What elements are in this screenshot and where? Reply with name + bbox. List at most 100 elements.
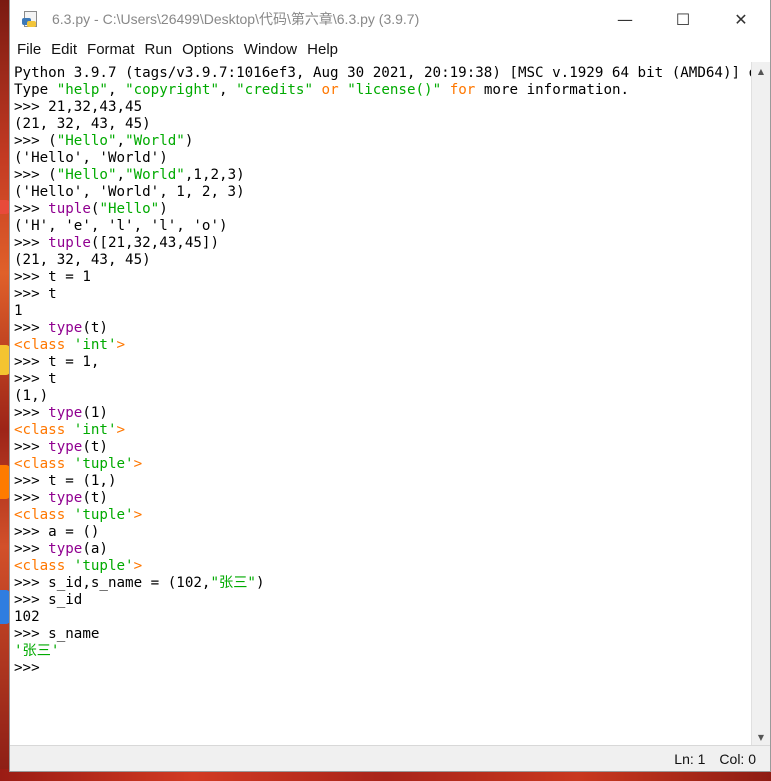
shell-token: ,1,2,3): [184, 167, 245, 183]
shell-token: >>> t: [14, 371, 57, 387]
vertical-scrollbar[interactable]: ▲ ▼: [751, 62, 770, 746]
shell-token: "credits": [236, 82, 313, 98]
shell-token: <class: [14, 422, 74, 438]
menu-window[interactable]: Window: [239, 38, 302, 62]
shell-line: ('Hello', 'World'): [14, 150, 752, 167]
shell-token: >>>: [14, 439, 49, 455]
shell-line: Type "help", "copyright", "credits" or "…: [14, 82, 752, 99]
shell-token: tuple: [48, 201, 91, 217]
shell-token: >>> (: [14, 133, 57, 149]
shell-token: "Hello": [56, 167, 117, 183]
shell-line: <class 'int'>: [14, 422, 752, 439]
close-icon: ✕: [734, 9, 748, 29]
shell-text-area[interactable]: Python 3.9.7 (tags/v3.9.7:1016ef3, Aug 3…: [10, 62, 752, 746]
shell-token: (a): [82, 541, 108, 557]
shell-line: >>> t: [14, 371, 752, 388]
shell-token: (21, 32, 43, 45): [14, 252, 151, 268]
shell-token: ('H', 'e', 'l', 'l', 'o'): [14, 218, 228, 234]
shell-token: >>> t = 1,: [14, 354, 100, 370]
shell-line: (21, 32, 43, 45): [14, 116, 752, 133]
shell-token: 'tuple': [73, 558, 134, 574]
shell-token: (1,): [14, 388, 49, 404]
shell-token: >>>: [14, 235, 49, 251]
shell-token: >>>: [14, 541, 49, 557]
shell-token: (t): [82, 490, 108, 506]
line-indicator: Ln: 1: [674, 750, 706, 767]
shell-line: <class 'tuple'>: [14, 507, 752, 524]
shell-line: <class 'tuple'>: [14, 456, 752, 473]
menu-run[interactable]: Run: [140, 38, 178, 62]
shell-line: >>> type(a): [14, 541, 752, 558]
scroll-down-icon[interactable]: ▼: [752, 728, 770, 746]
shell-output: Python 3.9.7 (tags/v3.9.7:1016ef3, Aug 3…: [10, 62, 752, 677]
shell-token: >>> t = (1,): [14, 473, 117, 489]
shell-line: >>> type(t): [14, 490, 752, 507]
menu-format[interactable]: Format: [82, 38, 140, 62]
shell-token: (t): [82, 320, 108, 336]
shell-token: 102: [14, 609, 40, 625]
shell-token: [441, 82, 450, 98]
close-button[interactable]: ✕: [712, 0, 770, 38]
shell-line: >>> t: [14, 286, 752, 303]
shell-token: 'int': [73, 422, 117, 438]
shell-line: Python 3.9.7 (tags/v3.9.7:1016ef3, Aug 3…: [14, 65, 752, 82]
column-indicator: Col: 0: [719, 750, 756, 767]
shell-token: ,: [116, 133, 126, 149]
shell-token: ): [184, 133, 194, 149]
shell-line: 1: [14, 303, 752, 320]
shell-token: "Hello": [56, 133, 117, 149]
maximize-button[interactable]: ☐: [654, 0, 712, 38]
shell-token: Python 3.9.7 (tags/v3.9.7:1016ef3, Aug 3…: [14, 65, 752, 81]
shell-line: ('Hello', 'World', 1, 2, 3): [14, 184, 752, 201]
python-file-icon: [22, 10, 40, 28]
menu-edit[interactable]: Edit: [46, 38, 82, 62]
shell-token: >>> t = 1: [14, 269, 91, 285]
shell-token: <class: [14, 456, 74, 472]
shell-token: 1: [14, 303, 23, 319]
shell-token: >>>: [14, 490, 49, 506]
shell-token: ,: [107, 82, 126, 98]
shell-token: >>> s_name: [14, 626, 100, 642]
shell-line: <class 'int'>: [14, 337, 752, 354]
shell-line: >>> type(t): [14, 320, 752, 337]
minimize-icon: —: [617, 9, 633, 29]
shell-token: >>> a = (): [14, 524, 100, 540]
shell-token: type: [48, 320, 83, 336]
shell-token: (t): [82, 439, 108, 455]
shell-token: ,: [116, 167, 126, 183]
shell-token: ('Hello', 'World'): [14, 150, 168, 166]
shell-token: >: [133, 507, 143, 523]
maximize-icon: ☐: [675, 9, 691, 29]
shell-line: >>> ("Hello","World",1,2,3): [14, 167, 752, 184]
idle-shell-window: 6.3.py - C:\Users\26499\Desktop\代码\第六章\6…: [9, 0, 771, 772]
shell-token: <class: [14, 558, 74, 574]
shell-token: ): [255, 575, 265, 591]
shell-token: (1): [82, 405, 108, 421]
shell-token: >>> s_id: [14, 592, 83, 608]
shell-token: >>> (: [14, 167, 57, 183]
shell-line: >>> s_id: [14, 592, 752, 609]
window-title: 6.3.py - C:\Users\26499\Desktop\代码\第六章\6…: [52, 11, 420, 27]
minimize-button[interactable]: —: [596, 0, 654, 38]
shell-line: ('H', 'e', 'l', 'l', 'o'): [14, 218, 752, 235]
shell-token: type: [48, 490, 83, 506]
shell-token: >: [116, 337, 126, 353]
scroll-up-icon[interactable]: ▲: [752, 62, 770, 80]
shell-line: >>> s_id,s_name = (102,"张三"): [14, 575, 752, 592]
title-bar[interactable]: 6.3.py - C:\Users\26499\Desktop\代码\第六章\6…: [10, 0, 770, 38]
shell-token: 'tuple': [73, 456, 134, 472]
menu-bar: File Edit Format Run Options Window Help: [10, 38, 770, 62]
shell-token: >>>: [14, 660, 49, 676]
shell-token: 'tuple': [73, 507, 134, 523]
menu-options[interactable]: Options: [177, 38, 239, 62]
shell-token: [339, 82, 348, 98]
shell-line: >>> t = 1,: [14, 354, 752, 371]
menu-file[interactable]: File: [12, 38, 46, 62]
menu-help[interactable]: Help: [302, 38, 343, 62]
shell-token: [313, 82, 322, 98]
shell-token: "license()": [347, 82, 442, 98]
shell-line: >>> t = (1,): [14, 473, 752, 490]
shell-token: <class: [14, 507, 74, 523]
shell-token: >>>: [14, 320, 49, 336]
shell-line: >>>: [14, 660, 752, 677]
